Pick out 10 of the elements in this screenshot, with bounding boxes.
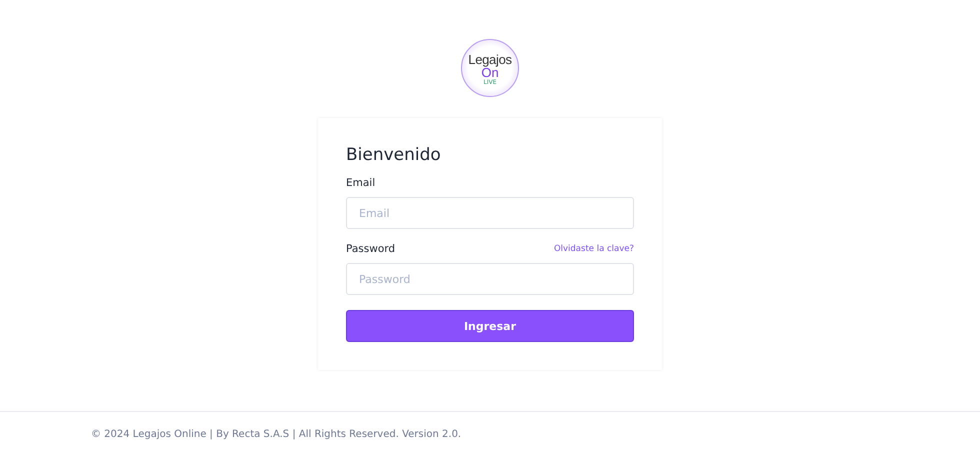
forgot-password-link[interactable]: Olvidaste la clave? <box>554 244 634 254</box>
field-label: Password <box>346 243 396 255</box>
login-button[interactable]: Ingresar <box>346 310 634 342</box>
card-title: Bienvenido <box>346 145 442 165</box>
footer-text: © 2024 Legajos Online | By Recta S.A.S | All Rights Reserved. Version 2.0. <box>91 429 462 440</box>
input-field[interactable]: Email <box>346 197 634 229</box>
logo-text: Legajos <box>468 53 512 66</box>
field-label: Email <box>346 177 376 189</box>
logo-text: On <box>481 66 499 79</box>
input-field[interactable]: Password <box>346 263 634 295</box>
